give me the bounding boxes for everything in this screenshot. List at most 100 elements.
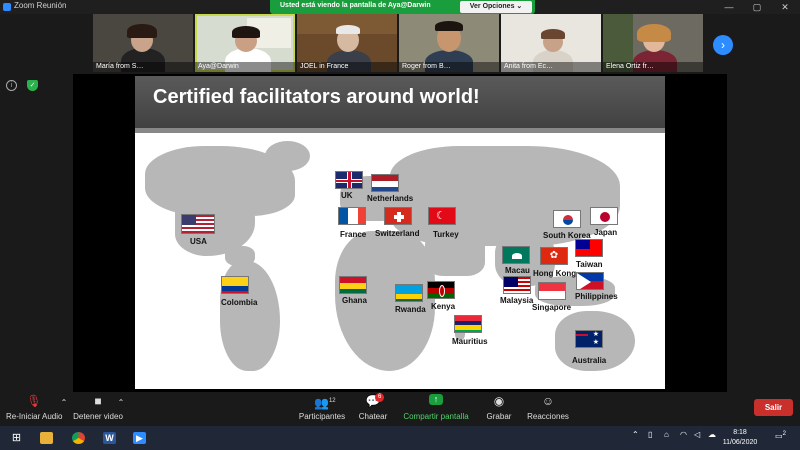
- country-label: USA: [190, 237, 207, 246]
- record-label: Grabar: [486, 412, 512, 421]
- reactions-button[interactable]: ☺ Reacciones: [526, 394, 570, 421]
- rwanda-flag-icon: [395, 284, 423, 302]
- singapore-flag-icon: [538, 282, 566, 300]
- share-screen-button[interactable]: ↑ Compartir pantalla: [400, 394, 472, 421]
- view-options-button[interactable]: Ver Opciones ⌄: [460, 1, 532, 13]
- clock-time: 8:18: [733, 429, 747, 436]
- info-icon[interactable]: i: [6, 80, 17, 91]
- australia-flag-icon: ★ ★: [575, 330, 603, 348]
- shared-slide: Certified facilitators around world! UK …: [135, 76, 665, 389]
- clock-date: 11/06/2020: [722, 439, 758, 446]
- windows-start-icon[interactable]: ⊞: [10, 432, 23, 444]
- country-label: Netherlands: [367, 194, 414, 203]
- participant-name: María from S…: [93, 62, 193, 72]
- record-button[interactable]: ◉ Grabar: [484, 394, 514, 421]
- notifications-icon[interactable]: ▭2: [775, 431, 786, 441]
- video-options-chevron[interactable]: ⌃: [115, 398, 127, 407]
- reactions-label: Reacciones: [527, 412, 569, 421]
- chrome-icon[interactable]: [72, 432, 85, 444]
- country-label: Macau: [505, 266, 530, 275]
- country-label: Mauritius: [452, 337, 488, 346]
- ghana-flag-icon: [339, 276, 367, 294]
- participant-name: JOEL in France: [297, 62, 397, 72]
- file-explorer-icon[interactable]: [40, 432, 53, 444]
- audio-label: Re-Iniciar Audio: [6, 412, 63, 421]
- wifi-icon[interactable]: ◠: [680, 430, 687, 439]
- country-label: Turkey: [433, 230, 459, 239]
- participant-tile[interactable]: Anita from Ec…: [501, 14, 601, 72]
- slide-header: Certified facilitators around world!: [135, 76, 665, 133]
- malaysia-flag-icon: [503, 276, 531, 294]
- next-participants-button[interactable]: ›: [713, 35, 733, 55]
- turkey-flag-icon: ☾: [428, 207, 456, 225]
- minimize-button[interactable]: —: [715, 0, 743, 14]
- battery-icon[interactable]: ▯: [648, 430, 652, 439]
- close-button[interactable]: ✕: [771, 0, 799, 14]
- country-label: Rwanda: [395, 305, 426, 314]
- participant-tile[interactable]: Roger from B…: [399, 14, 499, 72]
- volume-icon[interactable]: ◁: [694, 430, 700, 439]
- country-label: Ghana: [342, 296, 367, 305]
- encryption-shield-icon[interactable]: ✓: [27, 80, 38, 91]
- switzerland-flag-icon: [384, 207, 412, 225]
- participants-icon: 👥12: [314, 396, 336, 410]
- network-icon[interactable]: ⌂: [664, 430, 669, 439]
- chat-button[interactable]: 💬 6 Chatear: [357, 393, 389, 421]
- south-korea-flag-icon: [553, 210, 581, 228]
- country-label: Kenya: [431, 302, 456, 311]
- country-label: Malaysia: [500, 296, 534, 305]
- audio-options-chevron[interactable]: ⌃: [58, 398, 70, 407]
- participant-name: Elena Ortiz fr…: [603, 62, 703, 72]
- zoom-logo-icon: [3, 3, 11, 11]
- country-label: Switzerland: [375, 229, 420, 238]
- hong-kong-flag-icon: ✿: [540, 247, 568, 265]
- chat-unread-badge: 6: [375, 393, 385, 402]
- windows-taskbar: ⊞ W ▶ ⌃ ▯ ⌂ ◠ ◁ ☁ 8:18 11/06/2020 ▭2: [0, 426, 800, 450]
- screen-share-banner: Usted está viendo la pantalla de Aya@Dar…: [270, 0, 535, 14]
- france-flag-icon: [338, 207, 366, 225]
- country-label: Colombia: [221, 298, 258, 307]
- country-label: Australia: [572, 356, 607, 365]
- participant-tile[interactable]: Elena Ortiz fr…: [603, 14, 703, 72]
- participant-tile[interactable]: María from S…: [93, 14, 193, 72]
- taiwan-flag-icon: [575, 239, 603, 257]
- philippines-flag-icon: [576, 272, 604, 290]
- country-label: Taiwan: [576, 260, 603, 269]
- participant-name: Aya@Darwin: [195, 62, 295, 72]
- app-title: Zoom Reunión: [14, 1, 67, 10]
- netherlands-flag-icon: [371, 174, 399, 192]
- share-banner-text: Usted está viendo la pantalla de Aya@Dar…: [280, 2, 431, 9]
- participants-button[interactable]: 👥12 Participantes: [297, 394, 347, 421]
- participants-label: Participantes: [298, 412, 346, 421]
- mauritius-flag-icon: [454, 315, 482, 333]
- slide-title: Certified facilitators around world!: [153, 86, 480, 108]
- country-label: Japan: [594, 228, 618, 237]
- country-label: France: [340, 230, 367, 239]
- colombia-flag-icon: [221, 276, 249, 294]
- leave-meeting-button[interactable]: Salir: [754, 399, 793, 416]
- smiley-plus-icon: ☺: [541, 394, 555, 408]
- microphone-muted-icon: 🎙: [26, 394, 42, 408]
- participant-tile-active-speaker[interactable]: Aya@Darwin: [195, 14, 295, 72]
- video-label: Detener video: [73, 412, 123, 421]
- taskbar-clock[interactable]: 8:18 11/06/2020: [720, 428, 760, 448]
- meeting-toolbar: 🎙 Re-Iniciar Audio ⌃ ■ Detener video ⌃ 👥…: [0, 392, 800, 426]
- video-camera-icon: ■: [94, 394, 102, 408]
- participant-strip: María from S… Aya@Darwin JOEL in France …: [93, 14, 705, 74]
- audio-button[interactable]: 🎙 Re-Iniciar Audio: [6, 394, 62, 421]
- maximize-button[interactable]: ▢: [743, 0, 771, 14]
- onedrive-icon[interactable]: ☁: [708, 430, 716, 439]
- kenya-flag-icon: [427, 281, 455, 299]
- share-screen-icon: ↑: [429, 394, 443, 405]
- country-label: Hong Kong: [533, 269, 577, 278]
- word-icon[interactable]: W: [103, 432, 116, 444]
- participant-tile[interactable]: JOEL in France: [297, 14, 397, 72]
- macau-flag-icon: [502, 246, 530, 264]
- usa-flag-icon: [181, 214, 215, 234]
- tray-chevron-icon[interactable]: ⌃: [632, 430, 639, 439]
- zoom-taskbar-icon[interactable]: ▶: [133, 432, 146, 444]
- participant-name: Roger from B…: [399, 62, 499, 72]
- country-label: Singapore: [532, 303, 572, 312]
- chat-label: Chatear: [358, 412, 388, 421]
- share-screen-label: Compartir pantalla: [403, 412, 469, 421]
